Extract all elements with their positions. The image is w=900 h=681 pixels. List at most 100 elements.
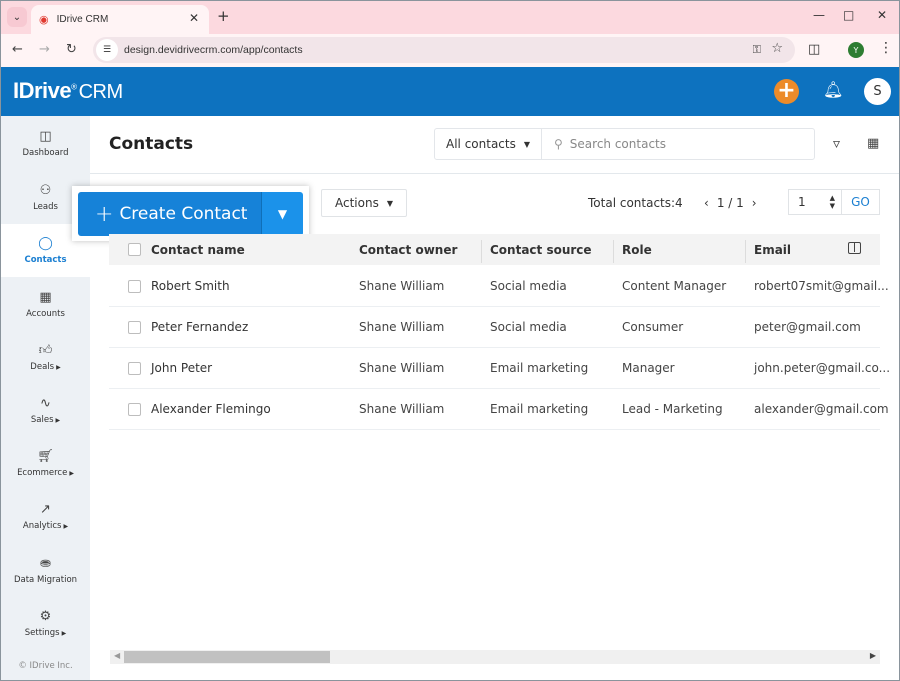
- contacts-icon: ◯: [38, 236, 53, 251]
- sidebar-item-analytics[interactable]: ↗ Analytics ▶: [1, 490, 90, 543]
- browser-tab-bar: ⌄ ◉ IDrive CRM ✕ + — □ ✕: [1, 1, 899, 34]
- maximize-icon[interactable]: □: [843, 8, 854, 22]
- column-separator[interactable]: [481, 240, 482, 263]
- sidebar-item-sales[interactable]: ∿ Sales ▶: [1, 384, 90, 437]
- sidebar-item-label: Analytics: [22, 521, 62, 531]
- search-placeholder: Search contacts: [569, 137, 666, 151]
- column-separator[interactable]: [613, 240, 614, 263]
- next-page-icon[interactable]: ›: [752, 196, 757, 210]
- caret-down-icon: ▼: [523, 139, 531, 149]
- scroll-left-arrow-icon[interactable]: ◀: [114, 651, 120, 660]
- dashboard-icon: ◫: [39, 129, 52, 144]
- new-tab-button[interactable]: +: [217, 7, 230, 25]
- table-row[interactable]: Robert Smith Shane William Social media …: [109, 266, 889, 307]
- submenu-caret-icon: ▶: [56, 364, 61, 371]
- row-checkbox[interactable]: [128, 280, 141, 293]
- go-button[interactable]: GO: [841, 189, 880, 215]
- view-select-value: All contacts: [446, 137, 516, 151]
- table-row[interactable]: Peter Fernandez Shane William Social med…: [109, 307, 880, 348]
- cell-contact-name[interactable]: Alexander Flemingo: [151, 389, 271, 429]
- browser-window: ⌄ ◉ IDrive CRM ✕ + — □ ✕ ← → ↻ ☰ design.…: [0, 0, 900, 681]
- total-contacts-count: 4: [675, 196, 683, 210]
- caret-down-icon: ▼: [386, 198, 393, 208]
- caret-down-icon: ▼: [277, 207, 288, 221]
- logo-product: CRM: [78, 81, 124, 103]
- column-separator[interactable]: [745, 240, 746, 263]
- idrive-crm-logo[interactable]: IDrive® CRM: [13, 78, 123, 104]
- back-icon[interactable]: ←: [12, 42, 23, 57]
- spinner-icon[interactable]: ▲ ▼: [830, 194, 835, 210]
- cell-contact-owner: Shane William: [359, 279, 445, 293]
- sidebar-item-label: Deals: [30, 362, 55, 372]
- header-divider: [90, 173, 899, 174]
- row-checkbox[interactable]: [128, 362, 141, 375]
- row-checkbox[interactable]: [128, 321, 141, 334]
- page-number-input[interactable]: 1 ▲ ▼: [788, 189, 841, 215]
- user-avatar[interactable]: S: [864, 78, 891, 105]
- search-input[interactable]: ⚲ Search contacts: [541, 128, 815, 160]
- ecommerce-icon: 🛒︎: [37, 449, 54, 464]
- column-chooser-icon[interactable]: [848, 242, 861, 254]
- extensions-icon[interactable]: ◫: [808, 42, 820, 57]
- select-all-checkbox[interactable]: [128, 243, 141, 256]
- table-row[interactable]: John Peter Shane William Email marketing…: [109, 348, 890, 389]
- sidebar-item-accounts[interactable]: ▦ Accounts: [1, 278, 90, 331]
- settings-icon: ⚙: [39, 609, 52, 624]
- cell-contact-name[interactable]: Peter Fernandez: [151, 307, 248, 347]
- search-icon: ⚲: [554, 137, 563, 151]
- close-tab-icon[interactable]: ✕: [189, 11, 199, 25]
- notifications-bell-icon[interactable]: 🔔︎: [823, 80, 843, 99]
- url-text[interactable]: design.devidrivecrm.com/app/contacts: [124, 44, 303, 56]
- profile-avatar[interactable]: Y: [848, 42, 864, 58]
- reload-icon[interactable]: ↻: [66, 42, 77, 57]
- browser-tab[interactable]: ◉ IDrive CRM ✕: [31, 5, 209, 34]
- cell-contact-name[interactable]: John Peter: [151, 348, 212, 388]
- quick-add-button[interactable]: +: [774, 79, 799, 104]
- prev-page-icon[interactable]: ‹: [704, 196, 709, 210]
- table-row[interactable]: Alexander Flemingo Shane William Email m…: [109, 389, 889, 430]
- page-number-value: 1: [798, 195, 806, 209]
- column-header-contact-name[interactable]: Contact name: [151, 234, 245, 265]
- total-contacts-label: Total contacts:: [588, 196, 676, 210]
- cell-contact-source: Email marketing: [490, 361, 589, 375]
- cell-role: Lead - Marketing: [622, 402, 723, 416]
- create-contact-button[interactable]: + Create Contact: [78, 192, 261, 236]
- site-settings-icon[interactable]: ☰: [96, 39, 118, 61]
- actions-dropdown[interactable]: Actions ▼: [321, 189, 407, 217]
- tab-search-button[interactable]: ⌄: [7, 7, 27, 27]
- horizontal-scrollbar[interactable]: ◀ ▶: [110, 650, 880, 664]
- create-contact-dropdown-button[interactable]: ▼: [261, 192, 303, 236]
- column-header-role[interactable]: Role: [622, 234, 652, 265]
- sidebar-item-ecommerce[interactable]: 🛒︎ Ecommerce ▶: [1, 437, 90, 490]
- cell-email: robert07smit@gmail...: [754, 279, 889, 293]
- sidebar-item-data-migration[interactable]: ⛂ Data Migration: [1, 544, 90, 597]
- address-bar[interactable]: ☰ design.devidrivecrm.com/app/contacts ⚿…: [93, 37, 795, 63]
- bookmark-star-icon[interactable]: ☆: [771, 41, 783, 56]
- calendar-icon[interactable]: ▦: [867, 136, 879, 151]
- forward-icon[interactable]: →: [39, 42, 50, 57]
- submenu-caret-icon: ▶: [69, 470, 74, 477]
- minimize-icon[interactable]: —: [813, 8, 825, 22]
- data-migration-icon: ⛂: [40, 556, 51, 571]
- sidebar-item-settings[interactable]: ⚙ Settings ▶: [1, 597, 90, 650]
- cell-email: john.peter@gmail.co...: [754, 361, 891, 375]
- cell-contact-owner: Shane William: [359, 361, 445, 375]
- password-key-icon[interactable]: ⚿: [753, 43, 761, 57]
- sidebar-item-label: Dashboard: [22, 148, 69, 158]
- column-header-contact-source[interactable]: Contact source: [490, 234, 592, 265]
- sidebar-item-deals[interactable]: 👍︎ Deals ▶: [1, 331, 90, 384]
- sidebar-item-label: Data Migration: [13, 575, 78, 585]
- cell-role: Manager: [622, 361, 675, 375]
- filter-icon[interactable]: ▿: [833, 136, 840, 152]
- scroll-right-arrow-icon[interactable]: ▶: [870, 651, 876, 660]
- cell-role: Content Manager: [622, 279, 727, 293]
- view-select-dropdown[interactable]: All contacts ▼: [434, 128, 542, 160]
- cell-contact-name[interactable]: Robert Smith: [151, 266, 230, 306]
- row-checkbox[interactable]: [128, 403, 141, 416]
- close-window-icon[interactable]: ✕: [877, 8, 887, 22]
- scrollbar-thumb[interactable]: [124, 651, 330, 663]
- sidebar-item-dashboard[interactable]: ◫ Dashboard: [1, 117, 90, 170]
- browser-menu-icon[interactable]: ⋮: [879, 40, 893, 56]
- column-header-email[interactable]: Email: [754, 234, 791, 265]
- column-header-contact-owner[interactable]: Contact owner: [359, 234, 457, 265]
